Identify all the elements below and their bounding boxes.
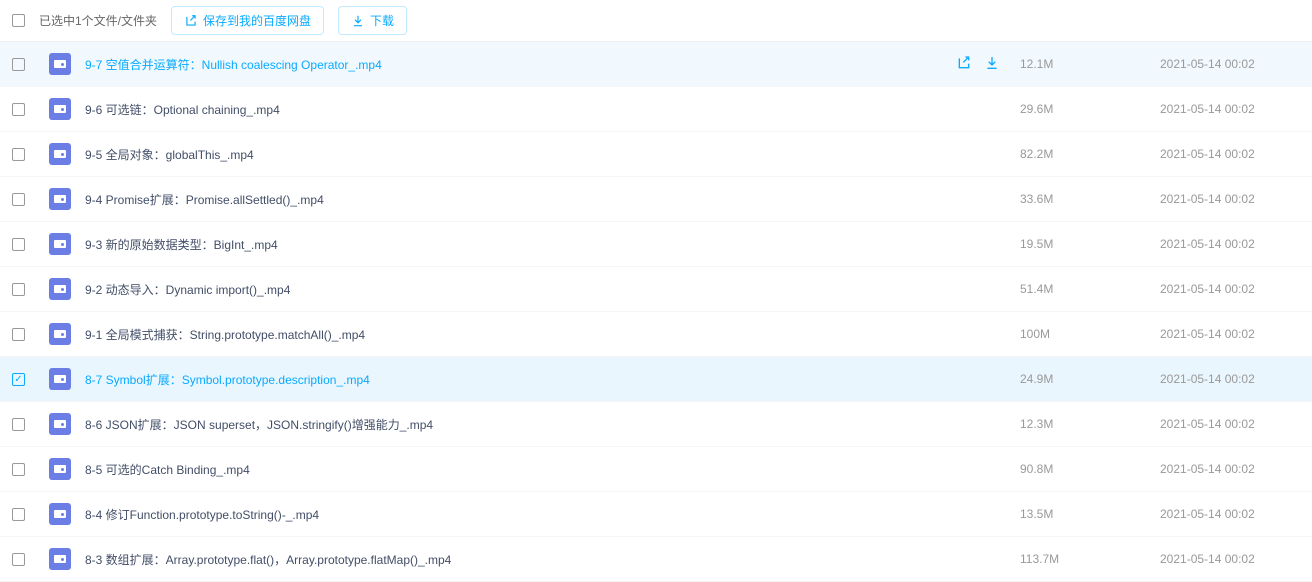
file-size: 13.5M <box>1020 507 1160 521</box>
file-checkbox[interactable] <box>12 193 25 206</box>
file-size: 90.8M <box>1020 462 1160 476</box>
file-name[interactable]: 9-1 全局模式捕获：String.prototype.matchAll()_.… <box>85 326 1020 343</box>
file-checkbox[interactable] <box>12 463 25 476</box>
file-date: 2021-05-14 00:02 <box>1160 147 1300 161</box>
file-name[interactable]: 9-5 全局对象：globalThis_.mp4 <box>85 146 1020 163</box>
file-name[interactable]: 9-6 可选链：Optional chaining_.mp4 <box>85 101 1020 118</box>
file-row[interactable]: 9-7 空值合并运算符：Nullish coalescing Operator_… <box>0 42 1312 87</box>
file-list: 9-7 空值合并运算符：Nullish coalescing Operator_… <box>0 42 1312 582</box>
file-name[interactable]: 9-3 新的原始数据类型：BigInt_.mp4 <box>85 236 1020 253</box>
video-file-icon <box>49 413 71 435</box>
file-name[interactable]: 8-6 JSON扩展：JSON superset，JSON.stringify(… <box>85 416 1020 433</box>
file-checkbox[interactable] <box>12 238 25 251</box>
file-size: 82.2M <box>1020 147 1160 161</box>
file-row[interactable]: ✓ 8-7 Symbol扩展：Symbol.prototype.descripti… <box>0 357 1312 402</box>
download-button[interactable]: 下载 <box>338 6 407 35</box>
save-to-pan-button[interactable]: 保存到我的百度网盘 <box>171 6 324 35</box>
file-row[interactable]: 9-6 可选链：Optional chaining_.mp429.6M2021-… <box>0 87 1312 132</box>
select-all-checkbox[interactable] <box>12 14 25 27</box>
toolbar: 已选中1个文件/文件夹 保存到我的百度网盘 下载 <box>0 0 1312 42</box>
file-row[interactable]: 9-5 全局对象：globalThis_.mp482.2M2021-05-14 … <box>0 132 1312 177</box>
file-size: 113.7M <box>1020 552 1160 566</box>
file-date: 2021-05-14 00:02 <box>1160 507 1300 521</box>
file-checkbox[interactable] <box>12 103 25 116</box>
file-date: 2021-05-14 00:02 <box>1160 552 1300 566</box>
file-row[interactable]: 9-3 新的原始数据类型：BigInt_.mp419.5M2021-05-14 … <box>0 222 1312 267</box>
file-size: 24.9M <box>1020 372 1160 386</box>
file-row[interactable]: 8-6 JSON扩展：JSON superset，JSON.stringify(… <box>0 402 1312 447</box>
file-size: 100M <box>1020 327 1160 341</box>
video-file-icon <box>49 188 71 210</box>
video-file-icon <box>49 278 71 300</box>
row-download-icon[interactable] <box>984 55 1000 74</box>
file-row[interactable]: 8-5 可选的Catch Binding_.mp490.8M2021-05-14… <box>0 447 1312 492</box>
file-name[interactable]: 9-2 动态导入：Dynamic import()_.mp4 <box>85 281 1020 298</box>
save-button-label: 保存到我的百度网盘 <box>203 12 311 29</box>
video-file-icon <box>49 98 71 120</box>
file-row[interactable]: 8-4 修订Function.prototype.toString()-_.mp… <box>0 492 1312 537</box>
file-size: 29.6M <box>1020 102 1160 116</box>
video-file-icon <box>49 458 71 480</box>
file-name[interactable]: 9-4 Promise扩展：Promise.allSettled()_.mp4 <box>85 191 1020 208</box>
save-icon <box>184 14 198 28</box>
row-actions <box>956 55 1000 74</box>
file-checkbox[interactable] <box>12 58 25 71</box>
selection-count-text: 已选中1个文件/文件夹 <box>39 12 157 29</box>
file-size: 12.1M <box>1020 57 1160 71</box>
file-checkbox[interactable] <box>12 553 25 566</box>
file-date: 2021-05-14 00:02 <box>1160 327 1300 341</box>
video-file-icon <box>49 548 71 570</box>
file-date: 2021-05-14 00:02 <box>1160 237 1300 251</box>
row-share-icon[interactable] <box>956 55 972 74</box>
file-name[interactable]: 8-5 可选的Catch Binding_.mp4 <box>85 461 1020 478</box>
video-file-icon <box>49 503 71 525</box>
file-date: 2021-05-14 00:02 <box>1160 372 1300 386</box>
file-name[interactable]: 8-4 修订Function.prototype.toString()-_.mp… <box>85 506 1020 523</box>
download-icon <box>351 14 365 28</box>
file-row[interactable]: 9-4 Promise扩展：Promise.allSettled()_.mp43… <box>0 177 1312 222</box>
download-button-label: 下载 <box>370 12 394 29</box>
video-file-icon <box>49 53 71 75</box>
file-checkbox[interactable] <box>12 418 25 431</box>
file-size: 12.3M <box>1020 417 1160 431</box>
file-size: 33.6M <box>1020 192 1160 206</box>
file-size: 19.5M <box>1020 237 1160 251</box>
file-name[interactable]: 8-3 数组扩展：Array.prototype.flat()，Array.pr… <box>85 551 1020 568</box>
file-size: 51.4M <box>1020 282 1160 296</box>
video-file-icon <box>49 323 71 345</box>
file-row[interactable]: 9-1 全局模式捕获：String.prototype.matchAll()_.… <box>0 312 1312 357</box>
file-date: 2021-05-14 00:02 <box>1160 102 1300 116</box>
video-file-icon <box>49 233 71 255</box>
file-date: 2021-05-14 00:02 <box>1160 462 1300 476</box>
file-name[interactable]: 9-7 空值合并运算符：Nullish coalescing Operator_… <box>85 56 956 73</box>
file-row[interactable]: 9-2 动态导入：Dynamic import()_.mp451.4M2021-… <box>0 267 1312 312</box>
file-name[interactable]: 8-7 Symbol扩展：Symbol.prototype.descriptio… <box>85 371 1020 388</box>
file-checkbox[interactable] <box>12 148 25 161</box>
file-checkbox[interactable] <box>12 283 25 296</box>
video-file-icon <box>49 368 71 390</box>
file-checkbox[interactable] <box>12 328 25 341</box>
file-date: 2021-05-14 00:02 <box>1160 57 1300 71</box>
file-row[interactable]: 8-3 数组扩展：Array.prototype.flat()，Array.pr… <box>0 537 1312 582</box>
video-file-icon <box>49 143 71 165</box>
file-date: 2021-05-14 00:02 <box>1160 417 1300 431</box>
file-date: 2021-05-14 00:02 <box>1160 282 1300 296</box>
file-date: 2021-05-14 00:02 <box>1160 192 1300 206</box>
file-checkbox[interactable]: ✓ <box>12 373 25 386</box>
file-checkbox[interactable] <box>12 508 25 521</box>
